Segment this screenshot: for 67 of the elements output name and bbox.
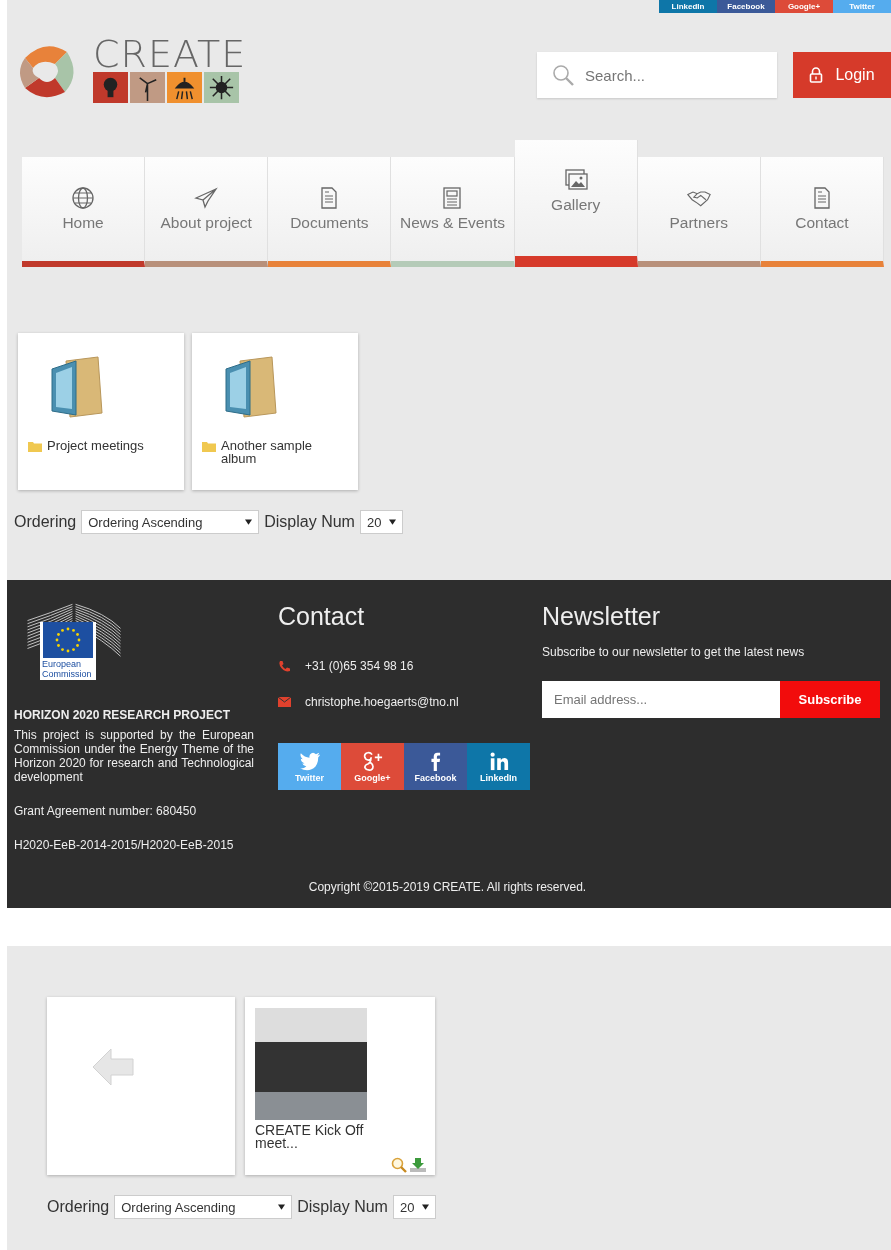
display-num-label: Display Num	[297, 1198, 388, 1216]
social-button[interactable]: Twitter	[278, 743, 341, 790]
album-card[interactable]: Project meetings	[18, 333, 184, 490]
lightbulb-icon	[93, 72, 128, 103]
email-input[interactable]: Email address...	[542, 681, 780, 718]
paper-plane-icon	[194, 186, 219, 210]
subscribe-button[interactable]: Subscribe	[780, 681, 880, 718]
search-icon	[551, 63, 575, 87]
grant-number: Grant Agreement number: 680450	[14, 804, 198, 818]
left-arrow-icon	[91, 1047, 135, 1087]
display-num-select[interactable]: 20	[392, 1195, 437, 1219]
wind-turbine-icon	[130, 72, 165, 103]
download-icon[interactable]	[409, 1157, 427, 1173]
phone-icon	[278, 659, 291, 673]
social-link[interactable]: Twitter	[833, 0, 891, 13]
folder-icon	[202, 441, 216, 452]
newsletter-description: Subscribe to our newsletter to get the latest news	[542, 645, 806, 659]
nav-tab[interactable]: Partners	[637, 157, 761, 267]
phone-number: +31 (0)65 354 98 16	[305, 659, 414, 673]
contact-heading: Contact	[278, 602, 366, 631]
social-button[interactable]: Google+	[341, 743, 404, 790]
magnifier-icon[interactable]	[391, 1157, 407, 1173]
album-title: Project meetings	[47, 439, 144, 452]
search-field[interactable]: Search...	[537, 52, 777, 98]
nav-tab[interactable]: News & Events	[391, 157, 515, 267]
folder-icon	[28, 441, 42, 452]
ordering-select[interactable]: Ordering Ascending	[114, 1195, 293, 1219]
nav-tab[interactable]: Gallery	[514, 140, 638, 267]
shower-icon	[167, 72, 202, 103]
caret-icon	[389, 519, 397, 525]
photo-caption: CREATE Kick Off meet...	[255, 1124, 365, 1150]
project-title: HORIZON 2020 RESEARCH PROJECT	[14, 708, 232, 722]
social-link[interactable]: Google+	[775, 0, 833, 13]
social-button[interactable]: Facebook	[404, 743, 467, 790]
nav-tab[interactable]: Documents	[268, 157, 392, 267]
nav-tab[interactable]: Contact	[760, 157, 884, 267]
nav-tab[interactable]: Home	[22, 157, 146, 267]
caret-icon	[422, 1204, 430, 1210]
image-icon	[563, 168, 588, 192]
sun-icon	[204, 72, 239, 103]
display-num-label: Display Num	[264, 513, 355, 531]
ordering-label: Ordering	[47, 1198, 110, 1216]
newsletter-heading: Newsletter	[542, 602, 662, 631]
caret-icon	[245, 519, 253, 525]
ordering-label: Ordering	[14, 513, 77, 531]
ordering-select[interactable]: Ordering Ascending	[81, 510, 260, 534]
photo-card[interactable]: CREATE Kick Off meet...	[245, 997, 435, 1175]
european-commission-logo: European Commission	[14, 602, 134, 686]
email-link[interactable]: christophe.hoegaerts@tno.nl	[305, 695, 459, 709]
logo-text: CREATE	[93, 38, 247, 70]
display-num-select[interactable]: 20	[359, 510, 404, 534]
bird-icon	[298, 750, 321, 771]
nav-tab[interactable]: About project	[145, 157, 269, 267]
envelope-icon	[278, 697, 291, 707]
project-description: This project is supported by the European Commission under the Energy Theme of the Horizon 2020 for research and Technological development	[14, 728, 254, 784]
social-button[interactable]: LinkedIn	[467, 743, 530, 790]
album-card[interactable]: Another sample album	[192, 333, 358, 490]
login-button[interactable]: Login	[793, 52, 891, 98]
social-link[interactable]: LinkedIn	[659, 0, 717, 13]
caret-icon	[278, 1204, 286, 1210]
album-title: Another sample album	[221, 439, 314, 465]
lock-icon	[809, 67, 824, 83]
social-link[interactable]: Facebook	[717, 0, 775, 13]
google-plus-icon	[361, 750, 384, 771]
call-identifier: H2020-EeB-2014-2015/H2020-EeB-2015	[14, 838, 235, 852]
copyright-text: Copyright ©2015-2019 CREATE. All rights reserved.	[307, 880, 588, 894]
globe-icon	[71, 186, 96, 210]
